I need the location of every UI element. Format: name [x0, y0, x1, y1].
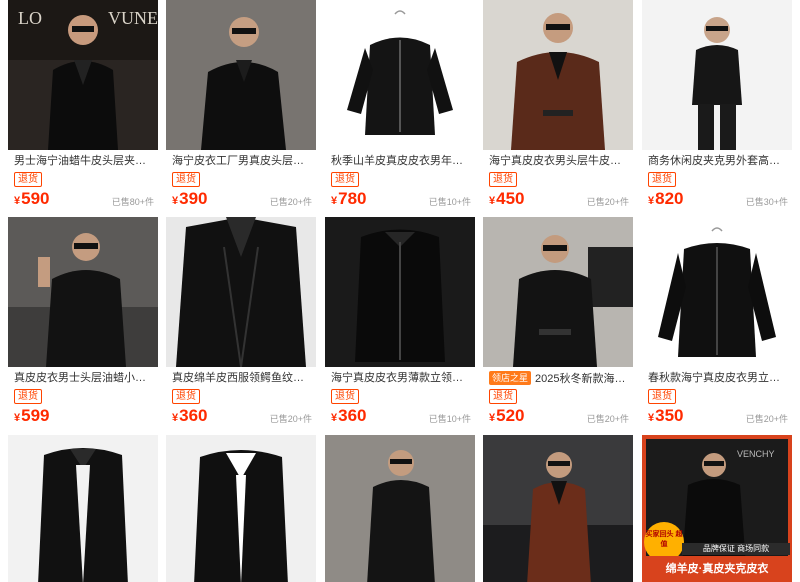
- return-tag: 退货: [648, 172, 676, 187]
- sold-count: 已售20+件: [586, 197, 629, 207]
- product-price: ¥450: [489, 189, 525, 208]
- product-title[interactable]: 海宁真皮皮衣男薄款立领夹克真…: [331, 371, 471, 385]
- return-tag: 退货: [489, 172, 517, 187]
- product-image[interactable]: [166, 217, 316, 367]
- store-badge: 领店之星: [489, 371, 532, 385]
- sold-count: 已售20+件: [269, 197, 312, 207]
- product-card[interactable]: [325, 435, 475, 582]
- product-card[interactable]: 海宁真皮皮衣男薄款立领夹克真… 退货 ¥360 已售10+件: [325, 217, 475, 431]
- product-image[interactable]: [325, 217, 475, 367]
- product-price: ¥590: [14, 189, 50, 208]
- sold-count: 已售10+件: [428, 197, 471, 207]
- product-price: ¥350: [648, 406, 684, 425]
- return-tag: 退货: [172, 172, 200, 187]
- product-grid: LO VUNE 男士海宁油蜡牛皮头层夹克羽绒… 退货 ¥590 已售80+件: [0, 0, 800, 582]
- product-title[interactable]: 男士海宁油蜡牛皮头层夹克羽绒…: [14, 154, 154, 168]
- product-card[interactable]: 海宁皮衣工厂男真皮头层牛皮夹… 退货 ¥390 已售20+件: [166, 0, 316, 214]
- product-card[interactable]: 海宁真皮皮衣男头层牛皮翻领机… 退货 ¥450 已售20+件: [483, 0, 633, 214]
- product-title[interactable]: 秋季山羊皮真皮皮衣男年轻修身…: [331, 154, 471, 168]
- product-card[interactable]: 领店之星2025秋冬新款海宁真皮… 退货 ¥520 已售20+件: [483, 217, 633, 431]
- product-price: ¥360: [172, 406, 208, 425]
- svg-text:VUNE: VUNE: [108, 8, 158, 28]
- product-price: ¥820: [648, 189, 684, 208]
- svg-text:LO: LO: [18, 8, 42, 28]
- product-card[interactable]: 真皮绵羊皮西服领鳄鱼纹夹克外… 退货 ¥360 已售20+件: [166, 217, 316, 431]
- product-image[interactable]: [325, 0, 475, 150]
- sold-count: 已售20+件: [586, 414, 629, 424]
- product-image[interactable]: LO VUNE: [8, 0, 158, 150]
- product-image[interactable]: [166, 435, 316, 582]
- product-card[interactable]: 秋季山羊皮真皮皮衣男年轻修身… 退货 ¥780 已售10+件: [325, 0, 475, 214]
- product-price: ¥599: [14, 406, 50, 425]
- product-card[interactable]: VENCHY 买家回头 超值 品牌保证 商场同款 绵羊皮·真皮夹克皮衣: [642, 435, 792, 582]
- product-image[interactable]: [642, 217, 792, 367]
- return-tag: 退货: [489, 389, 517, 404]
- product-image[interactable]: [325, 435, 475, 582]
- sold-count: 已售10+件: [428, 414, 471, 424]
- product-image[interactable]: [483, 435, 633, 582]
- product-card[interactable]: [483, 435, 633, 582]
- sold-count: 已售20+件: [269, 414, 312, 424]
- product-image[interactable]: [166, 0, 316, 150]
- return-tag: 退货: [14, 389, 42, 404]
- product-image[interactable]: [8, 217, 158, 367]
- return-tag: 退货: [648, 389, 676, 404]
- product-image[interactable]: [642, 0, 792, 150]
- promo-banner: 绵羊皮·真皮夹克皮衣: [642, 556, 792, 582]
- product-title[interactable]: 领店之星2025秋冬新款海宁真皮…: [489, 371, 629, 386]
- product-title[interactable]: 真皮绵羊皮西服领鳄鱼纹夹克外…: [172, 371, 312, 385]
- product-price: ¥520: [489, 406, 525, 425]
- product-card[interactable]: 真皮皮衣男士头层油蜡小牛皮水… 退货 ¥599: [8, 217, 158, 431]
- product-card[interactable]: [166, 435, 316, 582]
- product-card[interactable]: LO VUNE 男士海宁油蜡牛皮头层夹克羽绒… 退货 ¥590 已售80+件: [8, 0, 158, 214]
- product-image[interactable]: [483, 0, 633, 150]
- product-card[interactable]: [8, 435, 158, 582]
- svg-text:VENCHY: VENCHY: [737, 449, 775, 459]
- product-price: ¥360: [331, 406, 367, 425]
- sold-count: 已售20+件: [745, 414, 788, 424]
- return-tag: 退货: [172, 389, 200, 404]
- promo-banner-top: 品牌保证 商场同款: [682, 543, 790, 555]
- return-tag: 退货: [331, 389, 359, 404]
- product-price: ¥390: [172, 189, 208, 208]
- product-image[interactable]: [483, 217, 633, 367]
- product-image[interactable]: [8, 435, 158, 582]
- product-price: ¥780: [331, 189, 367, 208]
- product-card[interactable]: 春秋款海宁真皮皮衣男立领牛皮… 退货 ¥350 已售20+件: [642, 217, 792, 431]
- return-tag: 退货: [14, 172, 42, 187]
- product-title[interactable]: 春秋款海宁真皮皮衣男立领牛皮…: [648, 371, 788, 385]
- product-title[interactable]: 海宁真皮皮衣男头层牛皮翻领机…: [489, 154, 629, 168]
- return-tag: 退货: [331, 172, 359, 187]
- product-card[interactable]: 商务休闲皮夹克男外套高档头层… 退货 ¥820 已售30+件: [642, 0, 792, 214]
- product-title[interactable]: 海宁皮衣工厂男真皮头层牛皮夹…: [172, 154, 312, 168]
- product-title[interactable]: 真皮皮衣男士头层油蜡小牛皮水…: [14, 371, 154, 385]
- product-title[interactable]: 商务休闲皮夹克男外套高档头层…: [648, 154, 788, 168]
- sold-count: 已售30+件: [745, 197, 788, 207]
- sold-count: 已售80+件: [111, 197, 154, 207]
